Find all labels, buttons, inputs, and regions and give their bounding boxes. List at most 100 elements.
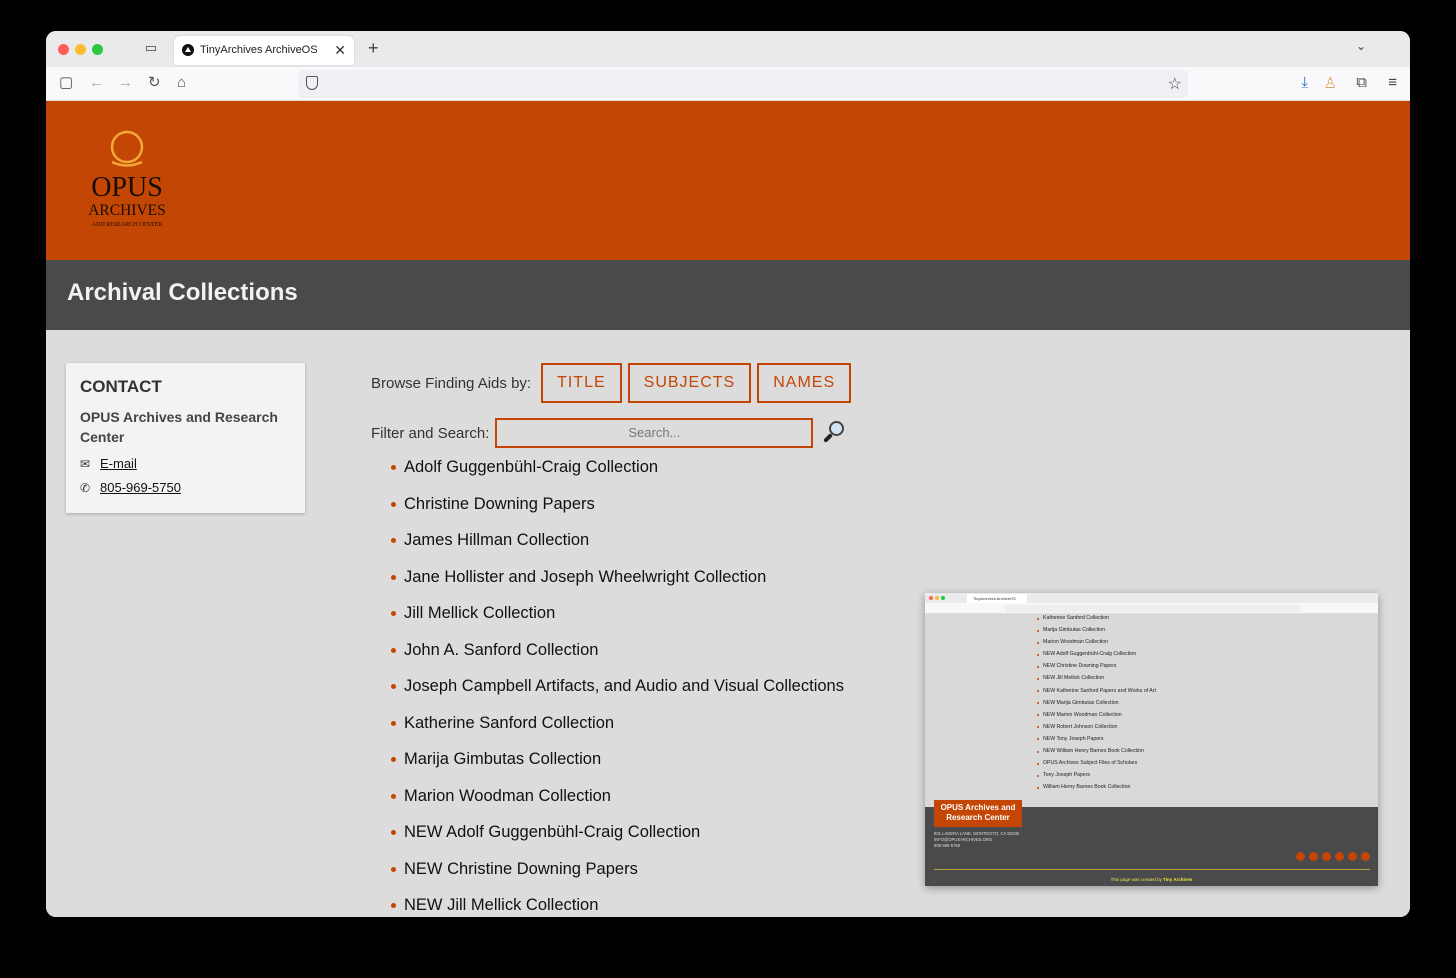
inset-list-item: NEW Katherine Sanford Papers and Works o… [1037,688,1156,700]
contact-email-row: ✉ E-mail [80,456,291,471]
opus-logo[interactable]: OPUS ARCHIVES AND RESEARCH CENTER [82,129,172,231]
search-input[interactable]: Search... [495,418,814,448]
url-bar[interactable]: ☆ [298,70,1188,98]
inset-list-item: NEW Marija Gimbutas Collection [1037,700,1156,712]
linkedin-icon [1309,852,1318,861]
minimize-window-button[interactable] [75,44,86,55]
inset-close-dot [929,596,933,600]
home-icon[interactable]: ⌂ [177,75,186,91]
close-window-button[interactable] [58,44,69,55]
collection-item[interactable]: Jill Mellick Collection [391,602,844,639]
shield-icon [306,76,318,90]
extensions-icon[interactable]: ⧉ [1356,74,1367,91]
inset-list-item: NEW Robert Johnson Collection [1037,724,1156,736]
contact-phone-row: ✆ 805-969-5750 [80,480,291,495]
inset-footer-divider [934,869,1370,870]
bookmark-star-icon[interactable]: ☆ [1168,74,1182,94]
inset-list-item: Marija Gimbutas Collection [1037,627,1156,639]
back-icon[interactable]: ← [89,75,104,91]
filter-bar: Filter and Search: Search... [371,417,847,449]
contact-card: CONTACT OPUS Archives and Research Cente… [66,363,305,513]
tab-title: TinyArchives ArchiveOS [200,44,318,56]
menu-icon[interactable]: ≡ [1388,74,1397,91]
web-icon [1361,852,1370,861]
inset-collections-list: Katherine Sanford Collection Marija Gimb… [1037,615,1156,796]
instagram-icon [1335,852,1344,861]
inset-list-item: Tony Joseph Papers [1037,772,1156,784]
download-icon[interactable]: ⤓ [1301,74,1308,91]
collection-item[interactable]: John A. Sanford Collection [391,639,844,676]
collection-item[interactable]: NEW Jill Mellick Collection [391,894,844,917]
inset-footer-badge: OPUS Archives and Research Center [934,800,1022,827]
tab-strip: ▭ TinyArchives ArchiveOS ✕ + ⌄ [46,31,1410,67]
collection-item[interactable]: James Hillman Collection [391,529,844,566]
inset-list-item: NEW Marion Woodman Collection [1037,712,1156,724]
page-title: Archival Collections [67,279,298,306]
inset-list-item: NEW Tony Joseph Papers [1037,736,1156,748]
collection-item[interactable]: NEW Adolf Guggenbühl-Craig Collection [391,821,844,858]
chevron-down-icon[interactable]: ⌄ [1356,39,1366,53]
browse-subjects-button[interactable]: SUBJECTS [627,363,752,403]
collection-item[interactable]: Adolf Guggenbühl-Craig Collection [391,456,844,493]
contact-org: OPUS Archives and Research Center [80,409,278,445]
browser-tab[interactable]: TinyArchives ArchiveOS ✕ [174,36,354,65]
inset-credit-prefix: This page was created by [1110,877,1162,882]
facebook-icon [1322,852,1331,861]
browse-names-button[interactable]: NAMES [757,363,852,403]
new-tab-button[interactable]: + [368,39,379,57]
inset-list-item: NEW Adolf Guggenbühl-Craig Collection [1037,651,1156,663]
inset-list-item: Marion Woodman Collection [1037,639,1156,651]
browse-label: Browse Finding Aids by: [371,374,532,392]
forward-icon[interactable]: → [118,75,133,91]
inset-minimize-dot [935,596,939,600]
inset-tab-strip: TinyArchives ArchiveOS [925,593,1378,603]
browse-bar: Browse Finding Aids by: TITLE SUBJECTS N… [371,363,857,403]
collection-item[interactable]: Katherine Sanford Collection [391,712,844,749]
collections-list: Adolf Guggenbühl-Craig Collection Christ… [391,456,844,917]
inset-address-block: 801 LADERA LANE, MONTECITO, CA 93108 INF… [934,831,1019,849]
logo-text-subtitle: AND RESEARCH CENTER [92,222,163,228]
tab-close-icon[interactable]: ✕ [334,42,346,59]
browser-window: ▭ TinyArchives ArchiveOS ✕ + ⌄ ▢ ← → ↻ ⌂… [46,31,1410,917]
inset-list-item: NEW Jill Mellick Collection [1037,675,1156,687]
phone-icon: ✆ [80,480,91,495]
tab-overview-icon[interactable]: ▭ [143,41,159,55]
inset-screenshot: TinyArchives ArchiveOS Katherine Sanford… [925,593,1378,886]
phone-link[interactable]: 805-969-5750 [100,480,181,495]
sidebar-icon[interactable]: ▢ [59,75,73,91]
inset-credit: This page was created by Tiny Archives [925,877,1378,882]
contact-heading: CONTACT [80,377,162,396]
twitter-icon [1348,852,1357,861]
inset-credit-brand: Tiny Archives [1163,877,1193,882]
inset-tab-title: TinyArchives ArchiveOS [967,594,1027,603]
header-banner: OPUS ARCHIVES AND RESEARCH CENTER [46,101,1410,260]
collection-item[interactable]: Christine Downing Papers [391,493,844,530]
mail-icon: ✉ [80,456,91,471]
inset-nav-bar [925,603,1378,614]
search-icon[interactable] [821,420,847,446]
collection-item[interactable]: Jane Hollister and Joseph Wheelwright Co… [391,566,844,603]
collection-item[interactable]: Marija Gimbutas Collection [391,748,844,785]
page-content: OPUS ARCHIVES AND RESEARCH CENTER Archiv… [46,101,1410,917]
tab-favicon-icon [182,44,194,56]
inset-list-item: NEW William Henry Barnes Book Collection [1037,748,1156,760]
title-band: Archival Collections [46,260,1410,330]
inset-list-item: OPUS Archives Subject Files of Scholars [1037,760,1156,772]
reload-icon[interactable]: ↻ [148,75,161,91]
inset-social-icons [1292,852,1370,861]
inset-list-item: NEW Christine Downing Papers [1037,663,1156,675]
inset-list-item: Katherine Sanford Collection [1037,615,1156,627]
account-icon[interactable]: ♙ [1324,74,1337,92]
email-link[interactable]: E-mail [100,456,137,471]
collection-item[interactable]: NEW Christine Downing Papers [391,858,844,895]
inset-phone: 805-969-5750 [934,843,961,848]
logo-text-archives: ARCHIVES [88,202,166,219]
browse-title-button[interactable]: TITLE [541,363,622,403]
collection-item[interactable]: Marion Woodman Collection [391,785,844,822]
navigation-bar: ▢ ← → ↻ ⌂ ☆ ⤓ ♙ ⧉ ≡ [46,67,1410,101]
inset-list-item: William Henry Barnes Book Collection [1037,784,1156,796]
zoom-window-button[interactable] [92,44,103,55]
collection-item[interactable]: Joseph Campbell Artifacts, and Audio and… [391,675,844,712]
inset-url-bar [1005,605,1301,612]
inset-zoom-dot [941,596,945,600]
